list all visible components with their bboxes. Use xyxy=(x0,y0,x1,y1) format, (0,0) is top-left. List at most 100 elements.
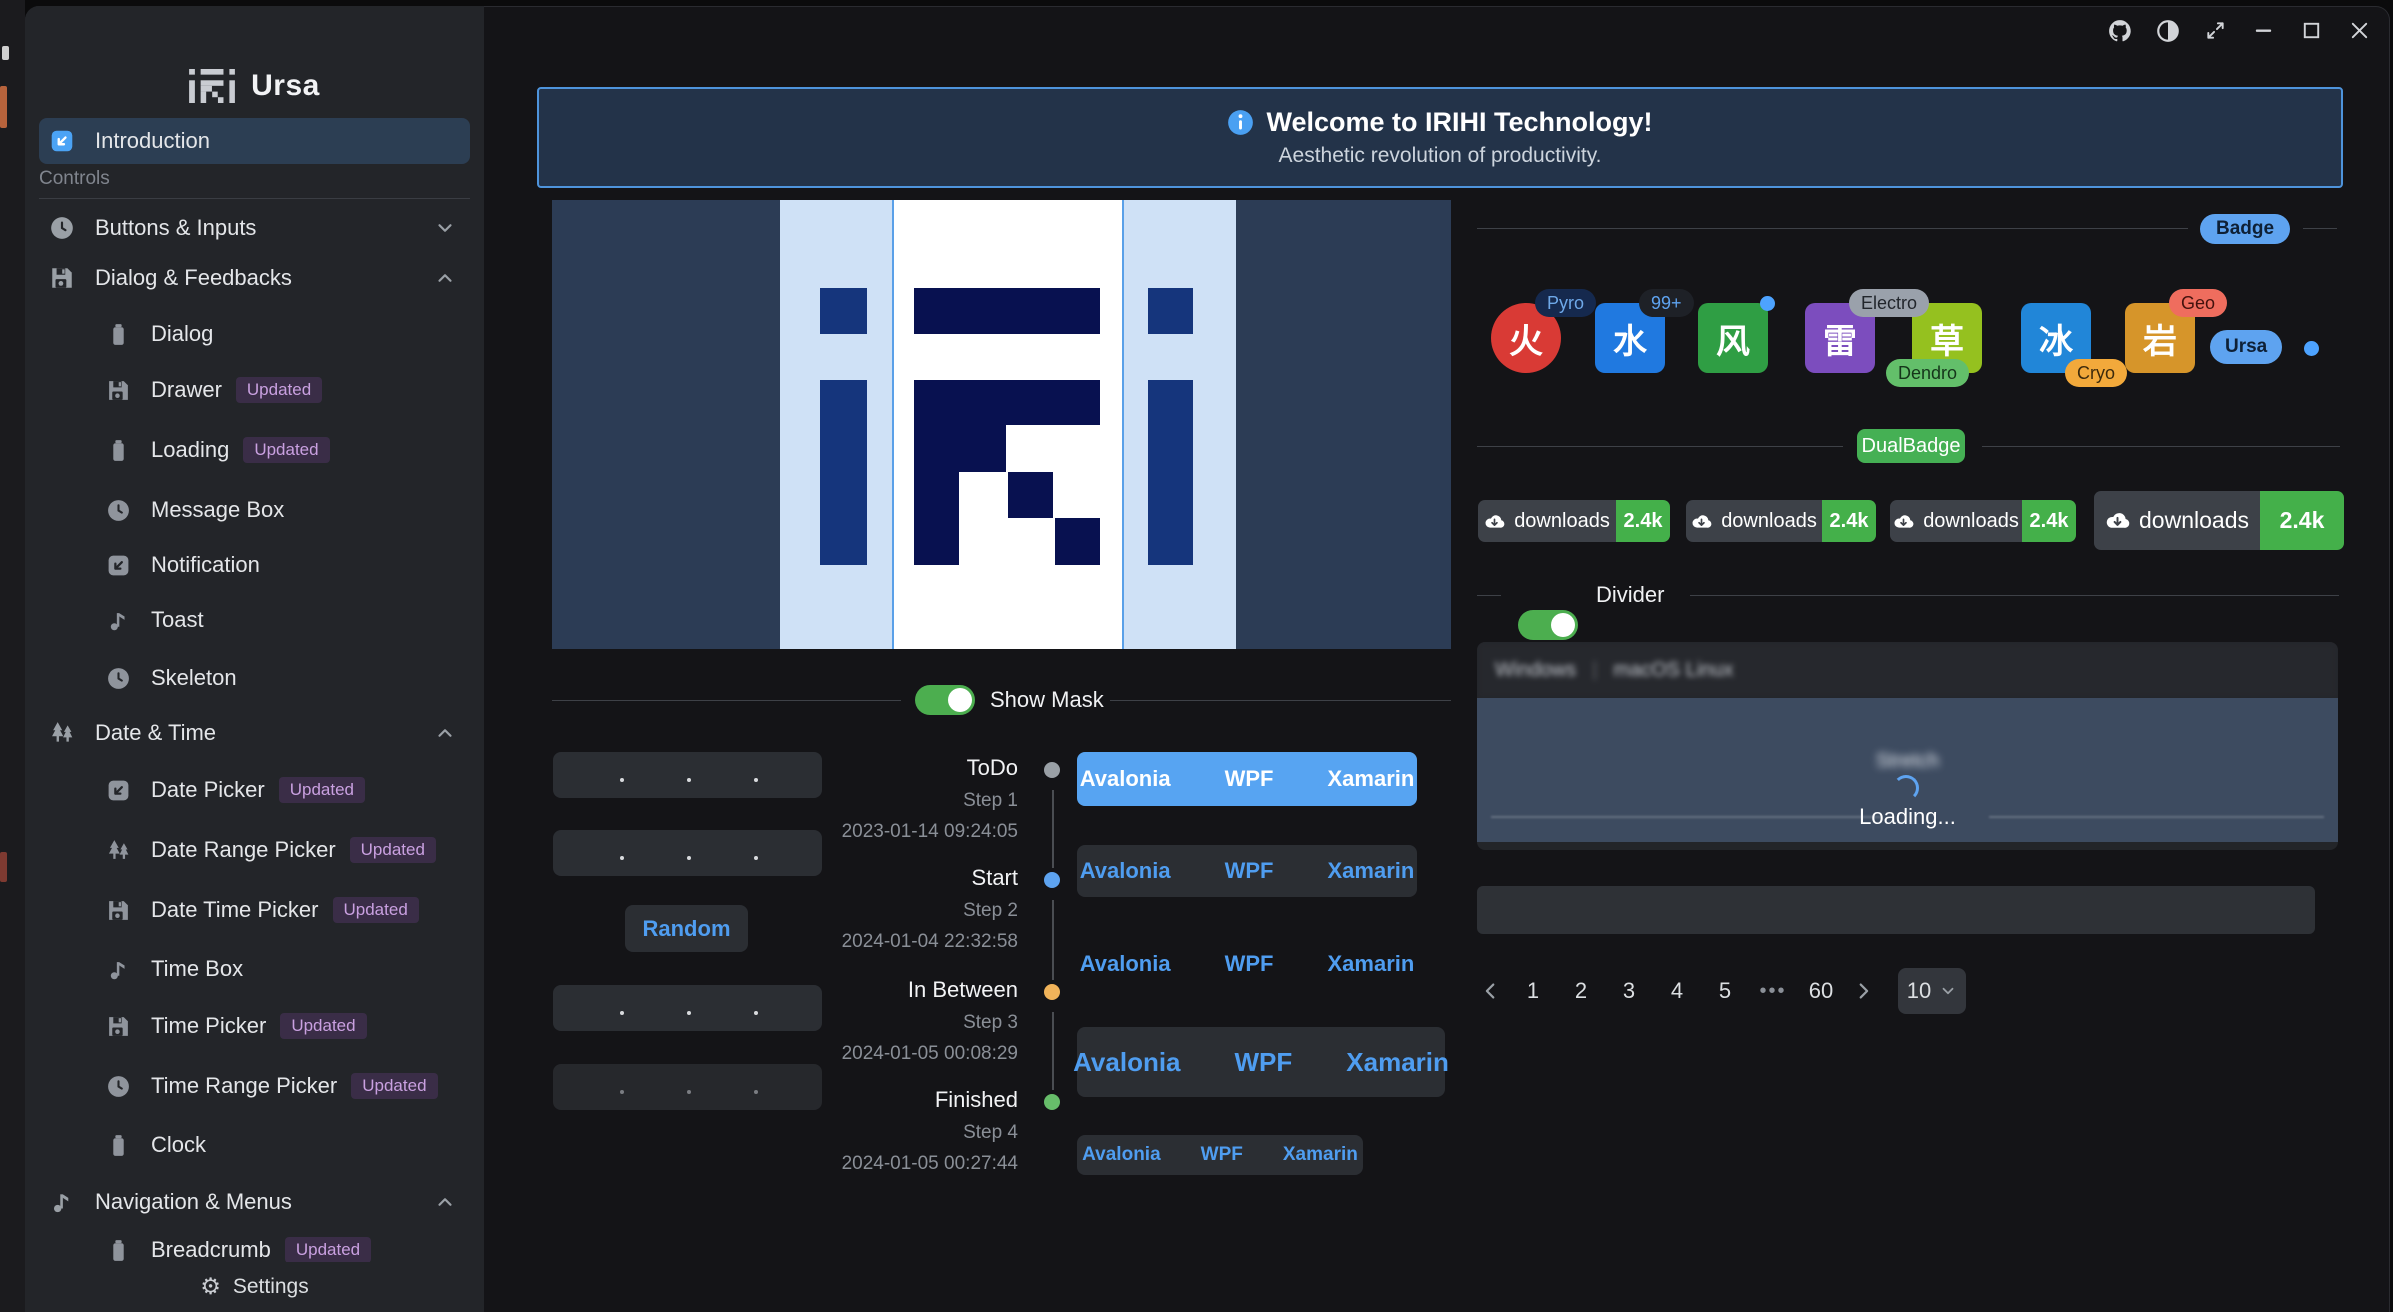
sidebar-item-dialog-feedbacks[interactable]: Dialog & Feedbacks xyxy=(39,255,470,301)
sidebar-item-label: Navigation & Menus xyxy=(95,1189,292,1215)
sidebar-item-drawer[interactable]: Drawer Updated xyxy=(39,367,470,413)
timeline-title: ToDo xyxy=(756,755,1018,781)
dual-badge-downloads[interactable]: downloads 2.4k xyxy=(2094,491,2344,550)
updated-badge: Updated xyxy=(350,837,436,863)
sidebar-item-label: Date Range Picker xyxy=(151,837,336,863)
sidebar-item-label: Drawer xyxy=(151,377,222,403)
sidebar-item-loading[interactable]: LoadingUpdated xyxy=(39,427,470,473)
sidebar-item-label: Notification xyxy=(151,552,260,578)
timeline-dot xyxy=(1044,984,1060,1000)
sidebar-item-time-range-picker[interactable]: Time Range PickerUpdated xyxy=(39,1063,470,1109)
sidebar-item-label: Time Box xyxy=(151,956,243,982)
logo-glyph xyxy=(189,69,235,103)
sidebar-item-introduction[interactable]: Introduction xyxy=(39,118,470,164)
button-wpf[interactable]: WPF xyxy=(1181,1144,1263,1166)
chevron-up-icon xyxy=(434,267,456,289)
sidebar-item-message-box[interactable]: Message Box xyxy=(39,487,470,533)
sidebar-item-buttons-inputs[interactable]: Buttons & Inputs xyxy=(39,205,470,251)
close-button[interactable] xyxy=(2346,17,2373,44)
button-xamarin[interactable]: Xamarin xyxy=(1300,858,1441,884)
button-wpf[interactable]: WPF xyxy=(1198,951,1301,977)
empty-text-input[interactable] xyxy=(1477,886,2315,934)
app-root: Ursa Controls IntroductionButtons & Inpu… xyxy=(0,0,2393,1312)
page-button-3[interactable]: 3 xyxy=(1612,978,1646,1004)
timeline-time: 2024-01-04 22:32:58 xyxy=(756,931,1018,953)
minimize-button[interactable] xyxy=(2250,17,2277,44)
trees-icon xyxy=(49,720,75,746)
element-tile-anemo[interactable]: 风 xyxy=(1698,303,1768,373)
corner-badge-pyro: Pyro xyxy=(1535,289,1596,317)
updated-badge: Updated xyxy=(236,377,322,403)
dual-badge-downloads[interactable]: downloads2.4k xyxy=(1478,500,1670,542)
divider-line xyxy=(1477,595,1501,596)
page-button-1[interactable]: 1 xyxy=(1516,978,1550,1004)
show-mask-toggle[interactable] xyxy=(915,685,975,715)
arrow-square-icon xyxy=(105,552,131,578)
sidebar-logo-row: Ursa xyxy=(25,58,484,114)
chevron-left-icon[interactable] xyxy=(1480,980,1502,1002)
maximize-button[interactable] xyxy=(2298,17,2325,44)
sidebar-item-time-picker[interactable]: Time PickerUpdated xyxy=(39,1003,470,1049)
sidebar-item-navigation-menus[interactable]: Navigation & Menus xyxy=(39,1179,470,1225)
sidebar-item-notification[interactable]: Notification xyxy=(39,542,470,588)
resize-button[interactable] xyxy=(2202,17,2229,44)
sidebar-item-date-range-picker[interactable]: Date Range Picker Updated xyxy=(39,827,470,873)
page-button-5[interactable]: 5 xyxy=(1708,978,1742,1004)
page-button-2[interactable]: 2 xyxy=(1564,978,1598,1004)
timeline-step: Step 3 xyxy=(756,1012,1018,1034)
tab-macos-linux[interactable]: macOS Linux xyxy=(1613,659,1733,682)
ipv4-separator-dot xyxy=(620,856,624,860)
settings-button[interactable]: ⚙ Settings xyxy=(25,1262,484,1312)
app-title: Ursa xyxy=(251,69,320,103)
timeline-step: Step 4 xyxy=(756,1122,1018,1144)
button-avalonia[interactable]: Avalonia xyxy=(1046,1047,1207,1078)
button-xamarin[interactable]: Xamarin xyxy=(1319,1047,1476,1078)
divider-toggle[interactable] xyxy=(1518,610,1578,640)
irihi-logo-icon xyxy=(189,69,235,103)
chevron-left-icon xyxy=(1480,980,1502,1002)
tab-windows[interactable]: Windows xyxy=(1495,659,1576,682)
theme-toggle-button[interactable] xyxy=(2154,17,2181,44)
window-controls xyxy=(2106,17,2373,44)
minimize-icon xyxy=(2252,19,2275,42)
random-button[interactable]: Random xyxy=(625,905,748,952)
button-xamarin[interactable]: Xamarin xyxy=(1263,1144,1378,1166)
sidebar-item-skeleton[interactable]: Skeleton xyxy=(39,655,470,701)
sidebar-item-dialog[interactable]: Dialog xyxy=(39,311,470,357)
loading-panel: Windows | macOS Linux Stretch Loading... xyxy=(1477,642,2338,850)
button-avalonia[interactable]: Avalonia xyxy=(1053,858,1198,884)
sidebar-item-date-picker[interactable]: Date PickerUpdated xyxy=(39,767,470,813)
button-avalonia[interactable]: Avalonia xyxy=(1053,766,1198,792)
page-size-select[interactable]: 10 xyxy=(1898,968,1966,1014)
sidebar-item-toast[interactable]: Toast xyxy=(39,597,470,643)
github-button[interactable] xyxy=(2106,17,2133,44)
dual-badge-downloads[interactable]: downloads2.4k xyxy=(1686,500,1876,542)
updated-badge: Updated xyxy=(285,1237,371,1263)
corner-badge-99: 99+ xyxy=(1639,289,1694,317)
divider-line xyxy=(1982,446,2340,447)
sidebar-item-clock[interactable]: Clock xyxy=(39,1122,470,1168)
dual-badge-value: 2.4k xyxy=(1822,500,1876,542)
button-xamarin[interactable]: Xamarin xyxy=(1300,951,1441,977)
chevron-up-icon xyxy=(434,267,456,289)
button-wpf[interactable]: WPF xyxy=(1198,766,1301,792)
sidebar-item-time-box[interactable]: Time Box xyxy=(39,946,470,992)
arrow-square-icon xyxy=(105,777,131,803)
page-button-4[interactable]: 4 xyxy=(1660,978,1694,1004)
sidebar-section-divider xyxy=(39,198,470,199)
dual-badge-downloads[interactable]: downloads2.4k xyxy=(1890,500,2076,542)
settings-label: Settings xyxy=(233,1275,309,1299)
dual-badge-value: 2.4k xyxy=(2260,491,2344,550)
button-avalonia[interactable]: Avalonia xyxy=(1062,1144,1181,1166)
timeline-time: 2024-01-05 00:08:29 xyxy=(756,1043,1018,1065)
sidebar-item-date-time[interactable]: Date & Time xyxy=(39,710,470,756)
dual-badge-label-text: downloads xyxy=(2139,507,2249,534)
button-avalonia[interactable]: Avalonia xyxy=(1053,951,1198,977)
button-xamarin[interactable]: Xamarin xyxy=(1300,766,1441,792)
chevron-right-icon[interactable] xyxy=(1852,980,1874,1002)
button-wpf[interactable]: WPF xyxy=(1208,1047,1320,1078)
background-window-sliver xyxy=(0,852,7,882)
sidebar-item-date-time-picker[interactable]: Date Time PickerUpdated xyxy=(39,887,470,933)
page-button-60[interactable]: 60 xyxy=(1804,978,1838,1004)
button-wpf[interactable]: WPF xyxy=(1198,858,1301,884)
